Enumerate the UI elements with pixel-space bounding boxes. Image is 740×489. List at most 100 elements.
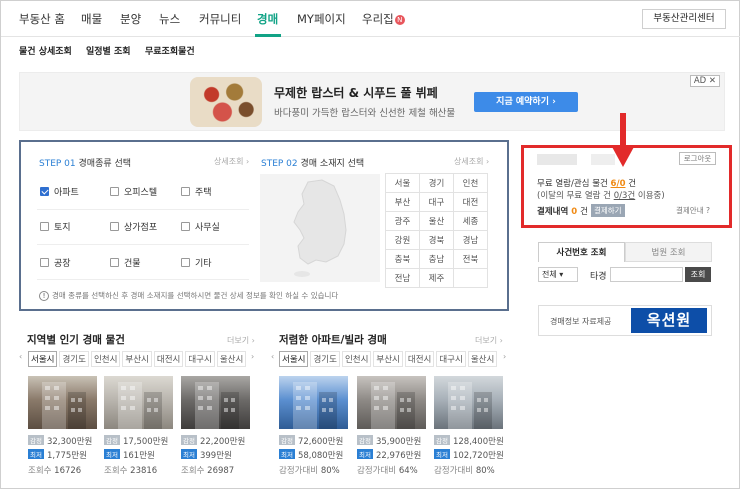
type-etc[interactable]: 기타 bbox=[181, 256, 212, 269]
region-cell[interactable]: 경기 bbox=[419, 173, 454, 193]
region-cell[interactable]: 강원 bbox=[385, 230, 420, 250]
type-factory[interactable]: 공장 bbox=[40, 256, 71, 269]
nav-home[interactable]: 부동산 홈 bbox=[19, 11, 65, 27]
region-cell[interactable]: 광주 bbox=[385, 211, 420, 231]
view-stat-value: 64% bbox=[398, 466, 418, 476]
korea-map[interactable] bbox=[260, 174, 380, 282]
case-search-button[interactable]: 조회 bbox=[685, 267, 711, 282]
subnav-schedule-search[interactable]: 일정별 조회 bbox=[86, 44, 131, 57]
logout-button[interactable]: 로그아웃 bbox=[679, 152, 716, 165]
search-notice: ! 경매 종류를 선택하신 후 경매 소재지를 선택하시면 물건 상세 정보를 확… bbox=[39, 290, 338, 301]
type-land[interactable]: 토지 bbox=[40, 220, 71, 233]
step2-detail-link[interactable]: 상세조회 › bbox=[454, 156, 489, 167]
subnav-free-items[interactable]: 무료조회물건 bbox=[145, 44, 195, 57]
chevron-right-icon[interactable]: › bbox=[251, 352, 254, 361]
nav-news[interactable]: 뉴스 bbox=[159, 11, 180, 27]
region-cell[interactable]: 전남 bbox=[385, 268, 420, 288]
region-cell[interactable]: 대전 bbox=[453, 192, 488, 212]
nav-community[interactable]: 커뮤니티 bbox=[199, 11, 241, 27]
appraisal-tag: 감정 bbox=[357, 435, 373, 445]
city-tab[interactable]: 울산시 bbox=[216, 351, 247, 367]
type-office[interactable]: 사무실 bbox=[181, 220, 220, 233]
nav-presale[interactable]: 분양 bbox=[120, 11, 141, 27]
checkbox-icon bbox=[181, 258, 190, 267]
nav-myhome[interactable]: 우리집 N bbox=[362, 11, 405, 27]
city-tab[interactable]: 인천시 bbox=[341, 351, 372, 367]
region-cell[interactable]: 세종 bbox=[453, 211, 488, 231]
ad-title: 무제한 랍스터 & 시푸드 풀 뷔페 bbox=[274, 86, 438, 100]
type-label: 주택 bbox=[195, 188, 212, 198]
city-tab[interactable]: 경기도 bbox=[59, 351, 89, 367]
chevron-left-icon[interactable]: ‹ bbox=[19, 352, 22, 361]
view-stat: 감정가대비 80% bbox=[279, 464, 340, 476]
free-view-line: 무료 열람/관심 물건 6/0 건 bbox=[537, 177, 636, 189]
step1-detail-link[interactable]: 상세조회 › bbox=[214, 156, 249, 167]
checkbox-icon bbox=[40, 222, 49, 231]
type-store[interactable]: 상가점포 bbox=[110, 220, 157, 233]
region-cell[interactable]: 울산 bbox=[419, 211, 454, 231]
type-house[interactable]: 주택 bbox=[181, 185, 212, 198]
tab-court[interactable]: 법원 조회 bbox=[625, 242, 712, 262]
seafood-image bbox=[190, 77, 262, 127]
city-tab[interactable]: 대전시 bbox=[153, 351, 184, 367]
city-tab[interactable]: 대구시 bbox=[436, 351, 466, 367]
city-tab[interactable]: 대전시 bbox=[404, 351, 435, 367]
appraisal-price: 감정 22,200만원 bbox=[181, 435, 245, 447]
city-tab[interactable]: 대구시 bbox=[185, 351, 215, 367]
divider bbox=[37, 244, 249, 245]
region-cell[interactable]: 전북 bbox=[453, 249, 488, 269]
city-tab[interactable]: 부산시 bbox=[122, 351, 152, 367]
property-photo[interactable] bbox=[357, 376, 426, 429]
step2-label: STEP 02 경매 소재지 선택 bbox=[261, 156, 364, 169]
city-tab[interactable]: 부산시 bbox=[373, 351, 403, 367]
type-officetel[interactable]: 오피스텔 bbox=[110, 185, 157, 198]
chevron-left-icon[interactable]: ‹ bbox=[271, 352, 274, 361]
payment-guide-link[interactable]: 결제안내 ? bbox=[676, 205, 710, 216]
ad-close-tag[interactable]: AD ✕ bbox=[689, 75, 720, 87]
region-cell[interactable]: 서울 bbox=[385, 173, 420, 193]
cheap-more-link[interactable]: 더보기 › bbox=[475, 335, 503, 346]
nav-mypage[interactable]: MY페이지 bbox=[297, 11, 346, 27]
region-cell[interactable]: 인천 bbox=[453, 173, 488, 193]
region-cell[interactable]: 충남 bbox=[419, 249, 454, 269]
nav-auction[interactable]: 경매 bbox=[257, 11, 278, 27]
case-type-select[interactable]: 전체 ▾ bbox=[538, 267, 578, 282]
chevron-right-icon[interactable]: › bbox=[503, 352, 506, 361]
region-cell[interactable]: 경남 bbox=[453, 230, 488, 250]
cheap-city-tabs: 서울시 경기도 인천시 부산시 대전시 대구시 울산시 bbox=[279, 351, 499, 367]
ad-reserve-button[interactable]: 지금 예약하기 › bbox=[474, 92, 578, 112]
type-building[interactable]: 건물 bbox=[110, 256, 141, 269]
popular-more-link[interactable]: 더보기 › bbox=[227, 335, 255, 346]
monthly-free-suffix: 이용중) bbox=[637, 191, 665, 201]
property-photo[interactable] bbox=[434, 376, 503, 429]
city-tab[interactable]: 서울시 bbox=[28, 351, 58, 367]
property-photo[interactable] bbox=[279, 376, 348, 429]
pay-button[interactable]: 결제하기 bbox=[590, 204, 625, 217]
minimum-value: 399만원 bbox=[199, 451, 232, 461]
region-cell bbox=[453, 268, 488, 288]
appraisal-tag: 감정 bbox=[279, 435, 295, 445]
type-apartment[interactable]: 아파트 bbox=[40, 185, 79, 198]
region-cell[interactable]: 충북 bbox=[385, 249, 420, 269]
city-tab[interactable]: 인천시 bbox=[90, 351, 121, 367]
case-number-input[interactable] bbox=[610, 267, 683, 282]
city-tab[interactable]: 경기도 bbox=[310, 351, 340, 367]
appraisal-tag: 감정 bbox=[434, 435, 450, 445]
region-cell[interactable]: 부산 bbox=[385, 192, 420, 212]
property-photo[interactable] bbox=[181, 376, 250, 429]
realestate-center-button[interactable]: 부동산관리센터 bbox=[642, 9, 726, 29]
tab-case-number[interactable]: 사건번호 조회 bbox=[538, 242, 625, 262]
data-provider-banner[interactable]: 경매정보 자료제공 옥션원 bbox=[538, 305, 712, 336]
subnav-detail-search[interactable]: 물건 상세조회 bbox=[19, 44, 72, 57]
property-photo[interactable] bbox=[28, 376, 97, 429]
nav-listings[interactable]: 매물 bbox=[81, 11, 102, 27]
free-view-count[interactable]: 6/0 bbox=[611, 179, 626, 189]
minimum-tag: 최저 bbox=[104, 449, 120, 459]
username-masked bbox=[537, 154, 577, 165]
city-tab[interactable]: 서울시 bbox=[279, 351, 309, 367]
property-photo[interactable] bbox=[104, 376, 173, 429]
region-cell[interactable]: 대구 bbox=[419, 192, 454, 212]
region-cell[interactable]: 제주 bbox=[419, 268, 454, 288]
region-cell[interactable]: 경북 bbox=[419, 230, 454, 250]
city-tab[interactable]: 울산시 bbox=[467, 351, 498, 367]
